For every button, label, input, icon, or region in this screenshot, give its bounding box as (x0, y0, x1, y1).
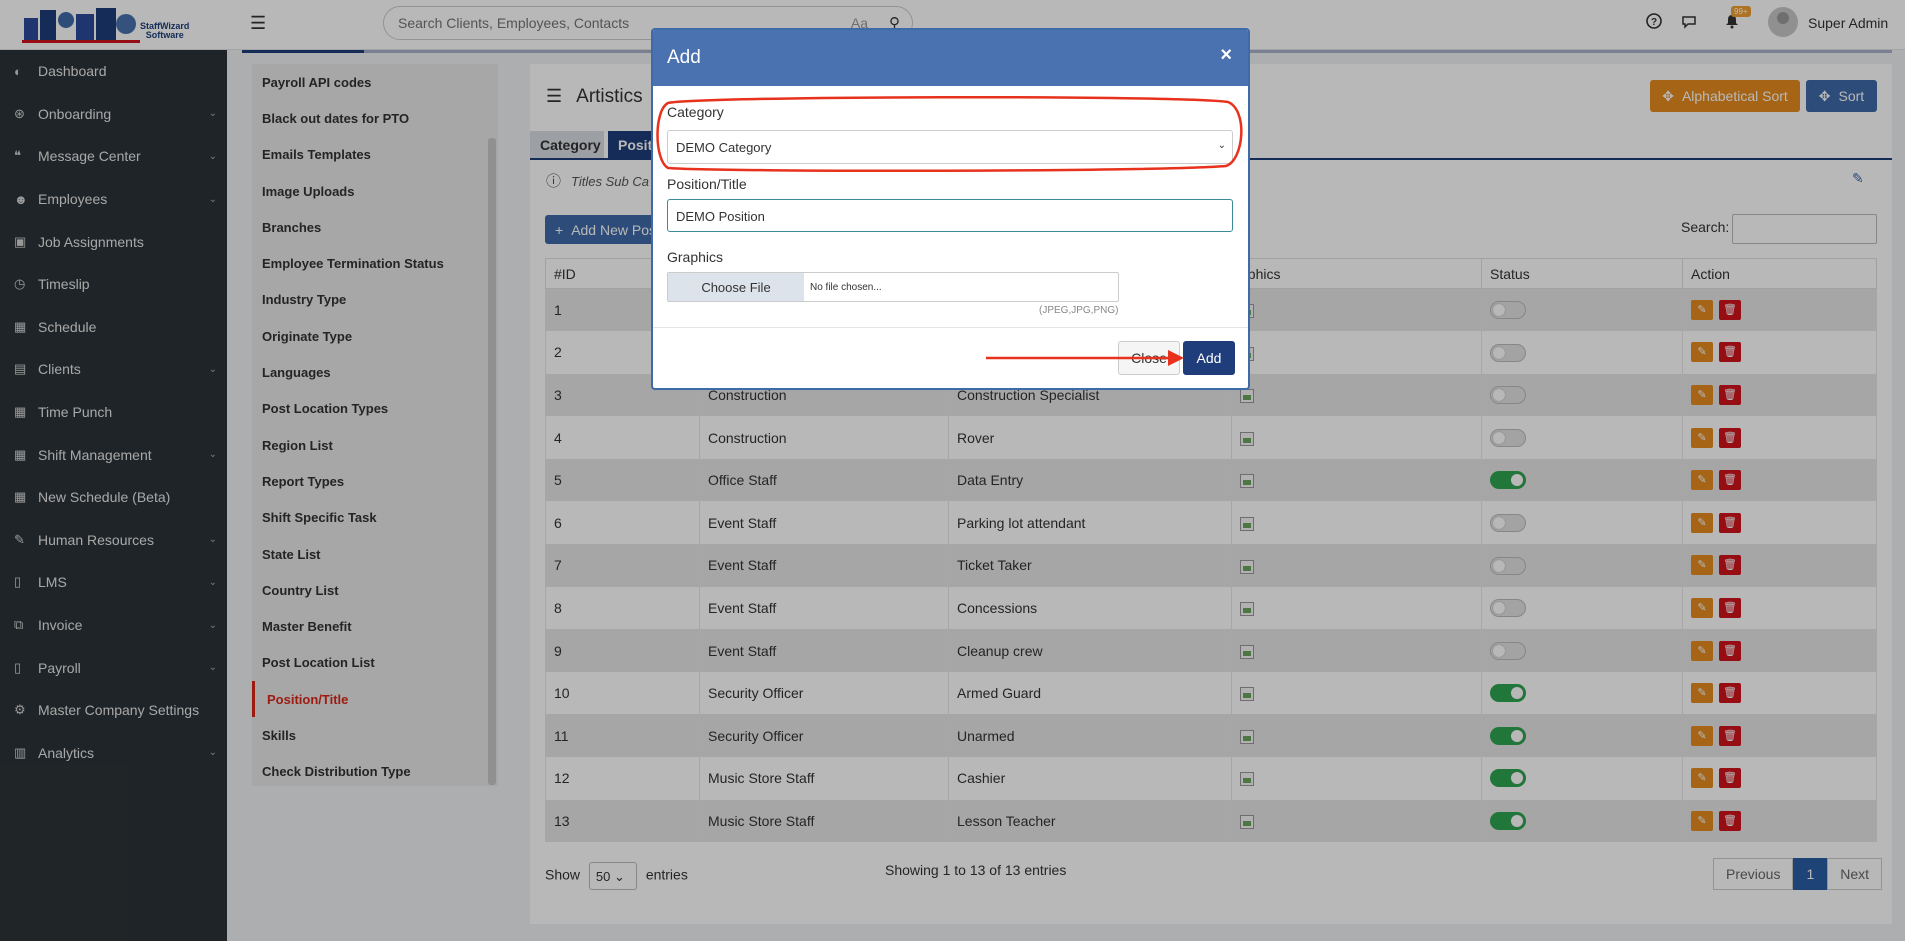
close-button[interactable]: Close (1118, 341, 1180, 375)
modal-title: Add (667, 47, 701, 68)
graphics-file-input[interactable]: Choose File No file chosen... (667, 272, 1119, 302)
position-label: Position/Title (667, 176, 747, 192)
file-type-hint: (JPEG,JPG,PNG) (1039, 305, 1119, 316)
chevron-down-icon: ⌄ (1217, 140, 1226, 151)
close-icon[interactable]: × (1220, 44, 1232, 67)
choose-file-button[interactable]: Choose File (668, 273, 804, 301)
add-position-modal: Add × Category DEMO Category ⌄ Position/… (651, 28, 1250, 390)
position-input[interactable]: DEMO Position (667, 199, 1233, 232)
category-label: Category (667, 104, 724, 120)
graphics-label: Graphics (667, 249, 724, 265)
modal-header: Add × (653, 30, 1248, 86)
add-button[interactable]: Add (1183, 341, 1235, 375)
category-select[interactable]: DEMO Category ⌄ (667, 130, 1233, 164)
modal-divider (653, 327, 1248, 328)
file-status: No file chosen... (810, 282, 882, 293)
